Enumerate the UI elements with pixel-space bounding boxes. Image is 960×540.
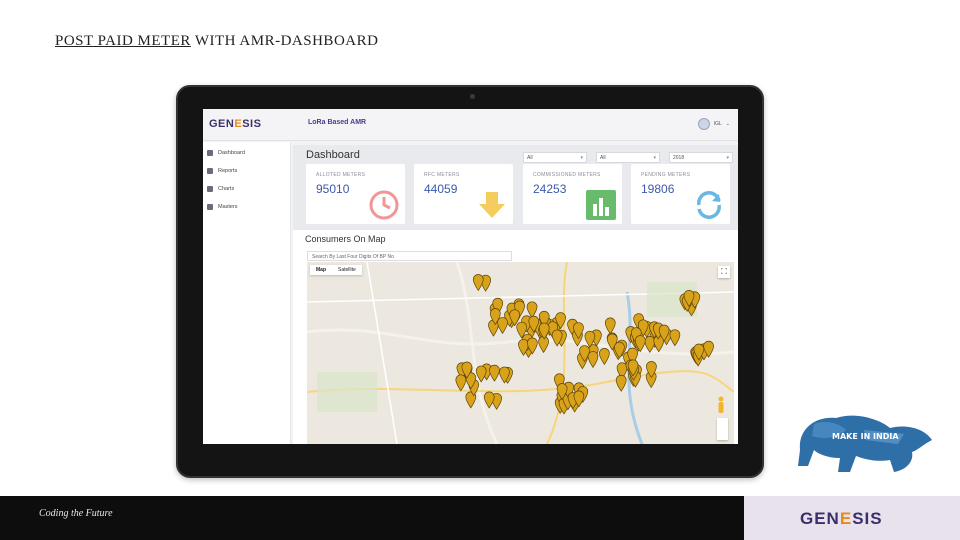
grid-icon — [207, 204, 213, 210]
app-title: LoRa Based AMR — [308, 119, 367, 126]
app-topbar: GENESIS LoRa Based AMR IGL ⌄ — [203, 109, 738, 141]
map-view[interactable]: Map Satellite ⛶ — [307, 262, 734, 444]
meter-marker-icon[interactable] — [599, 348, 610, 366]
filter-select-year[interactable]: 2018 ▾ — [669, 152, 733, 163]
sidebar-item-charts[interactable]: Charts — [203, 180, 290, 198]
sidebar: Dashboard Reports Charts Masters — [203, 142, 291, 444]
footer-dark-band: Coding the Future — [0, 496, 744, 540]
card-value: 24253 — [533, 182, 567, 196]
zoom-control[interactable] — [717, 418, 728, 440]
meter-marker-icon[interactable] — [538, 336, 549, 354]
meter-marker-icon[interactable] — [615, 374, 627, 392]
filter-select-1[interactable]: All ▾ — [523, 152, 587, 163]
avatar[interactable] — [697, 118, 710, 130]
tab-map[interactable]: Map — [310, 265, 332, 275]
sidebar-item-label: Reports — [218, 168, 238, 174]
footer-logo-band: GENESIS — [744, 496, 960, 540]
user-name[interactable]: IGL — [714, 121, 722, 127]
map-search-input[interactable]: Search By Last Four Digits Of BP No — [307, 251, 512, 261]
map-canvas — [307, 262, 734, 444]
card-value: 95010 — [316, 182, 350, 196]
app-logo[interactable]: GENESIS — [209, 118, 261, 130]
card-label: ALLOTED METERS — [316, 172, 366, 178]
chevron-down-icon: ▾ — [653, 155, 656, 161]
tagline: Coding the Future — [39, 508, 113, 519]
slide-footer: Coding the Future GENESIS — [0, 496, 960, 540]
sidebar-item-label: Charts — [218, 186, 235, 192]
make-in-india-lion-logo — [798, 415, 932, 472]
chevron-down-icon: ▾ — [726, 155, 729, 161]
meter-marker-icon[interactable] — [604, 317, 616, 335]
meter-marker-icon[interactable] — [483, 391, 495, 409]
fullscreen-icon[interactable]: ⛶ — [718, 266, 730, 278]
meter-marker-icon[interactable] — [497, 317, 508, 335]
sidebar-item-label: Dashboard — [218, 150, 245, 156]
sidebar-item-label: Masters — [218, 204, 238, 210]
sidebar-item-dashboard[interactable]: Dashboard — [203, 144, 290, 162]
tab-satellite[interactable]: Satellite — [332, 265, 362, 275]
card-pending-meters[interactable]: PENDING METERS 19806 — [631, 164, 730, 224]
meter-marker-icon[interactable] — [472, 274, 484, 292]
home-icon — [207, 150, 213, 156]
card-label: RFC METERS — [424, 172, 460, 178]
card-rfc-meters[interactable]: RFC METERS 44059 — [414, 164, 513, 224]
refresh-icon — [697, 191, 721, 219]
card-value: 44059 — [424, 182, 458, 196]
bar-chart-icon — [586, 190, 616, 220]
chevron-down-icon: ▾ — [580, 155, 583, 161]
meter-marker-icon[interactable] — [489, 364, 500, 382]
footer-logo: GENESIS — [800, 509, 883, 528]
user-menu[interactable]: IGL ⌄ — [697, 118, 730, 130]
tablet-frame: GENESIS LoRa Based AMR IGL ⌄ Dashboard R… — [176, 85, 764, 478]
card-label: COMMISSIONED METERS — [533, 172, 601, 178]
street-view-icon[interactable] — [717, 396, 725, 414]
meter-marker-icon[interactable] — [587, 351, 599, 369]
meter-marker-icon[interactable] — [669, 329, 681, 347]
tablet-screen: GENESIS LoRa Based AMR IGL ⌄ Dashboard R… — [203, 109, 738, 444]
card-commissioned-meters[interactable]: COMMISSIONED METERS 24253 — [523, 164, 622, 224]
slide-title-sub: WITH AMR-DASHBOARD — [190, 33, 379, 49]
meter-marker-icon[interactable] — [455, 374, 467, 392]
chart-icon — [207, 186, 213, 192]
map-title: Consumers On Map — [305, 234, 386, 244]
slide-title: POST PAID METER WITH AMR-DASHBOARD — [55, 33, 378, 50]
sidebar-item-masters[interactable]: Masters — [203, 198, 290, 216]
card-value: 19806 — [641, 182, 675, 196]
filter-select-2[interactable]: All ▾ — [596, 152, 660, 163]
consumers-map-section: Consumers On Map Search By Last Four Dig… — [293, 230, 738, 444]
card-label: PENDING METERS — [641, 172, 691, 178]
meter-marker-icon[interactable] — [526, 301, 538, 319]
map-type-tabs: Map Satellite — [310, 265, 362, 275]
document-icon — [207, 168, 213, 174]
clock-icon — [369, 190, 399, 220]
down-arrow-icon — [479, 192, 505, 218]
chevron-down-icon[interactable]: ⌄ — [726, 121, 730, 127]
card-alloted-meters[interactable]: ALLOTED METERS 95010 — [306, 164, 405, 224]
slide-title-main: POST PAID METER — [55, 33, 191, 49]
page-title: Dashboard — [306, 149, 360, 161]
camera-dot — [470, 94, 475, 99]
make-in-india-text: MAKE IN INDIA — [832, 432, 899, 441]
sidebar-item-reports[interactable]: Reports — [203, 162, 290, 180]
